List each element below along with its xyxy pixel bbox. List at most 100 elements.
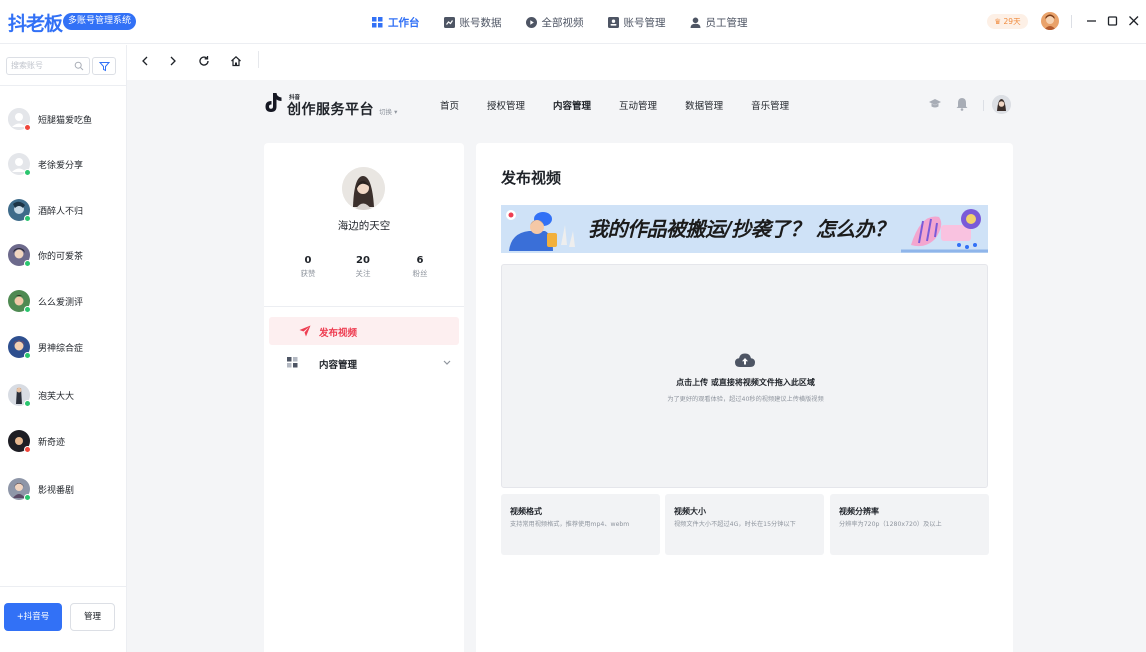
account-item[interactable]: 男神综合症 (8, 334, 120, 360)
topnav-item-account-manage[interactable]: 账号管理 (607, 15, 666, 30)
chevron-left-icon (142, 56, 148, 66)
status-dot (24, 215, 31, 222)
account-name: 影视番剧 (38, 485, 75, 496)
account-name: 老徐爱分享 (38, 160, 84, 171)
menu-publish-video[interactable]: 发布视频 (269, 317, 459, 345)
topnav-item-all-videos[interactable]: 全部视频 (525, 15, 584, 30)
topnav-label: 工作台 (388, 16, 420, 29)
status-dot (24, 169, 31, 176)
app-topbar: 抖老板 多账号管理系统 工作台 账号数据 全部视频 账号管理 员工管理 ♛ 29… (0, 0, 1146, 44)
status-dot (24, 494, 31, 501)
account-search-input[interactable]: 搜索账号 (6, 57, 90, 75)
nav-home[interactable]: 首页 (440, 98, 459, 112)
topnav-label: 账号管理 (623, 16, 666, 29)
stat-likes: 0 获赞 (288, 255, 328, 279)
status-dot (24, 260, 31, 267)
sidebar-divider (0, 586, 126, 587)
status-dot (24, 400, 31, 407)
user-avatar[interactable] (1041, 12, 1059, 30)
menu-label: 内容管理 (319, 360, 358, 371)
account-item[interactable]: 你的可爱茶 (8, 242, 120, 268)
account-avatar (8, 244, 31, 267)
creator-header: 抖音 创作服务平台 切换 ▾ 首页 授权管理 内容管理 互动管理 数据管理 音乐… (127, 80, 1146, 130)
nav-auth-manage[interactable]: 授权管理 (487, 98, 525, 112)
maximize-button[interactable] (1105, 13, 1121, 29)
stat-label: 获赞 (300, 269, 316, 278)
account-item[interactable]: 老徐爱分享 (8, 151, 120, 177)
account-item[interactable]: 酒醉人不归 (8, 197, 120, 223)
id-card-icon (607, 16, 619, 28)
topbar-divider (1071, 15, 1072, 28)
account-name: 你的可爱茶 (38, 251, 84, 262)
webview-content: 抖音 创作服务平台 切换 ▾ 首页 授权管理 内容管理 互动管理 数据管理 音乐… (127, 80, 1146, 652)
account-name: 酒醉人不归 (38, 206, 84, 217)
topnav-item-account-data[interactable]: 账号数据 (443, 15, 502, 30)
send-icon (299, 325, 311, 337)
account-sidebar: 搜索账号 短腿猫爱吃鱼 老徐爱分享 酒醉人不归 你的可爱茶 么么爱测评 男神综合… (0, 45, 127, 652)
header-divider (983, 100, 984, 111)
toolbar-divider (258, 51, 259, 68)
spec-desc: 视频文件大小不超过4G，时长在15分钟以下 (674, 521, 796, 528)
minimize-icon (1087, 20, 1096, 22)
topnav-item-workbench[interactable]: 工作台 (372, 15, 420, 30)
refresh-icon (199, 56, 209, 66)
douyin-logo-icon (265, 93, 282, 112)
account-avatar (8, 290, 31, 313)
video-upload-dropzone[interactable]: 点击上传 或直接将视频文件拖入此区域 为了更好的观看体验，超过40秒的视频建议上… (501, 264, 988, 488)
account-item[interactable]: 么么爱测评 (8, 288, 120, 314)
system-badge: 多账号管理系统 (63, 13, 137, 30)
spec-video-size: 视频大小 视频文件大小不超过4G，时长在15分钟以下 (665, 494, 824, 555)
vip-badge[interactable]: ♛ 29天 (987, 14, 1028, 29)
user-icon (690, 17, 700, 28)
account-name: 新奇迹 (38, 437, 66, 448)
notification-button[interactable] (956, 97, 968, 111)
profile-panel: 海边的天空 0 获赞 20 关注 6 粉丝 发布视频 内容管理 (264, 143, 464, 652)
menu-content-manage[interactable]: 内容管理 (269, 349, 459, 377)
search-icon (74, 61, 84, 71)
home-button[interactable] (230, 55, 242, 67)
forward-button[interactable] (167, 55, 179, 67)
upload-title: 点击上传 或直接将视频文件拖入此区域 (676, 378, 815, 387)
nav-interaction-manage[interactable]: 互动管理 (619, 98, 657, 112)
spec-title: 视频大小 (674, 507, 706, 516)
status-dot (24, 446, 31, 453)
filter-button[interactable] (92, 57, 116, 75)
manage-button[interactable]: 管理 (70, 603, 115, 631)
account-item[interactable]: 影视番剧 (8, 476, 120, 502)
close-button[interactable] (1126, 13, 1142, 29)
topnav-item-staff-manage[interactable]: 员工管理 (690, 15, 748, 30)
profile-divider (264, 306, 464, 307)
bell-icon (956, 98, 968, 111)
account-item[interactable]: 泡芙大大 (8, 382, 120, 408)
back-button[interactable] (139, 55, 151, 67)
stat-value: 6 (416, 255, 424, 266)
nav-content-manage[interactable]: 内容管理 (553, 98, 591, 112)
account-item[interactable]: 新奇迹 (8, 428, 120, 454)
switch-button[interactable]: 切换 ▾ (379, 106, 397, 116)
browser-toolbar (127, 45, 1146, 80)
nav-data-manage[interactable]: 数据管理 (685, 98, 723, 112)
add-account-button[interactable]: +抖音号 (4, 603, 62, 631)
topnav-label: 全部视频 (541, 16, 584, 29)
publish-title: 发布视频 (501, 169, 562, 187)
nav-music-manage[interactable]: 音乐管理 (751, 98, 789, 112)
refresh-button[interactable] (198, 55, 210, 67)
chart-icon (443, 16, 455, 28)
graduation-cap-button[interactable] (928, 97, 942, 111)
minimize-button[interactable] (1084, 13, 1100, 29)
account-avatar (8, 384, 31, 407)
spec-video-resolution: 视频分辨率 分辨率为720p（1280x720）及以上 (830, 494, 989, 555)
filter-icon (98, 62, 110, 72)
account-avatar (8, 199, 31, 222)
account-name: 么么爱测评 (38, 297, 84, 308)
switch-label: 切换 (379, 108, 392, 116)
topnav-label: 账号数据 (459, 16, 502, 29)
spec-desc: 分辨率为720p（1280x720）及以上 (839, 521, 942, 528)
promo-banner[interactable]: 我的作品被搬运/抄袭了？ 怎么办？ (501, 205, 988, 253)
caret-down-icon: ▾ (394, 108, 398, 116)
creator-avatar[interactable] (992, 95, 1011, 114)
cloud-upload-icon (735, 353, 755, 367)
account-item[interactable]: 短腿猫爱吃鱼 (8, 106, 120, 132)
sidebar-divider (0, 85, 126, 86)
spec-title: 视频分辨率 (839, 507, 879, 516)
